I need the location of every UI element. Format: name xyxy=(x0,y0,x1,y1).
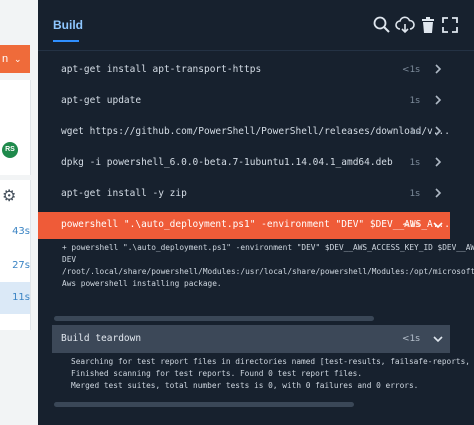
teardown-label: Build teardown xyxy=(61,333,142,344)
branch-dropdown[interactable]: n ⌄ xyxy=(0,45,30,73)
step-duration: 1s xyxy=(409,96,420,106)
tab-build[interactable]: Build xyxy=(53,18,83,32)
tab-underline xyxy=(53,40,79,42)
step-time: 27s xyxy=(12,260,30,271)
step-row[interactable]: apt-get install -y zip 1s xyxy=(38,180,450,210)
teardown-duration: <1s xyxy=(402,334,420,344)
step-duration: 1s xyxy=(409,158,420,168)
horizontal-scrollbar[interactable] xyxy=(54,316,374,321)
log-line: Finished scanning for test reports. Foun… xyxy=(71,369,363,378)
step-row-active[interactable]: powershell ".\auto_deployment.ps1" -envi… xyxy=(38,212,450,239)
trash-icon[interactable] xyxy=(418,15,438,35)
step-row[interactable]: wget https://github.com/PowerShell/Power… xyxy=(38,118,450,148)
left-sidebar: n ⌄ RS ⚙ 43s 27s 11s xyxy=(0,0,38,425)
log-line: Aws powershell installing package. xyxy=(62,279,222,288)
chevron-right-icon[interactable] xyxy=(432,94,444,106)
step-command: apt-get install -y zip xyxy=(61,188,187,199)
horizontal-scrollbar[interactable] xyxy=(54,402,354,407)
step-row[interactable]: apt-get update 1s xyxy=(38,87,450,117)
search-icon[interactable] xyxy=(372,15,392,35)
step-time: 43s xyxy=(12,226,30,237)
chevron-right-icon[interactable] xyxy=(432,156,444,168)
chevron-right-icon[interactable] xyxy=(432,125,444,137)
log-header: Build xyxy=(38,0,474,51)
step-row[interactable]: dpkg -i powershell_6.0.0-beta.7-1ubuntu1… xyxy=(38,149,450,179)
pipeline-card xyxy=(0,80,31,175)
chevron-down-icon: ⌄ xyxy=(14,54,22,64)
expand-icon[interactable] xyxy=(440,15,460,35)
avatar[interactable]: RS xyxy=(2,142,18,158)
step-command: powershell ".\auto_deployment.ps1" -envi… xyxy=(61,219,450,230)
chevron-down-icon[interactable] xyxy=(432,333,444,345)
step-command: wget https://github.com/PowerShell/Power… xyxy=(61,126,450,137)
step-command: apt-get install apt-transport-https xyxy=(61,64,262,75)
step-duration: 1s xyxy=(409,189,420,199)
log-line: /root/.local/share/powershell/Modules:/u… xyxy=(62,267,474,276)
step-command: apt-get update xyxy=(61,95,142,106)
step-command: dpkg -i powershell_6.0.0-beta.7-1ubuntu1… xyxy=(61,157,393,168)
gear-icon[interactable]: ⚙ xyxy=(2,186,16,206)
log-line: DEV xyxy=(62,255,77,264)
chevron-down-icon[interactable] xyxy=(432,219,444,231)
branch-label: n xyxy=(2,53,9,65)
download-cloud-icon[interactable] xyxy=(395,15,415,35)
step-duration: 1s xyxy=(409,127,420,137)
step-time: 11s xyxy=(12,292,30,303)
step-duration: <1s xyxy=(402,220,420,230)
log-line: + powershell ".\auto_deployment.ps1" -en… xyxy=(62,243,474,252)
build-log-panel: Build apt-get install apt-transport-http… xyxy=(38,0,474,425)
step-duration: <1s xyxy=(402,65,420,75)
chevron-right-icon[interactable] xyxy=(432,187,444,199)
chevron-right-icon[interactable] xyxy=(432,63,444,75)
log-line: Merged test suites, total number tests i… xyxy=(71,381,419,390)
build-teardown-row[interactable]: Build teardown <1s xyxy=(52,325,450,353)
step-row[interactable]: apt-get install apt-transport-https <1s xyxy=(38,56,450,86)
log-line: Searching for test report files in direc… xyxy=(71,357,474,366)
